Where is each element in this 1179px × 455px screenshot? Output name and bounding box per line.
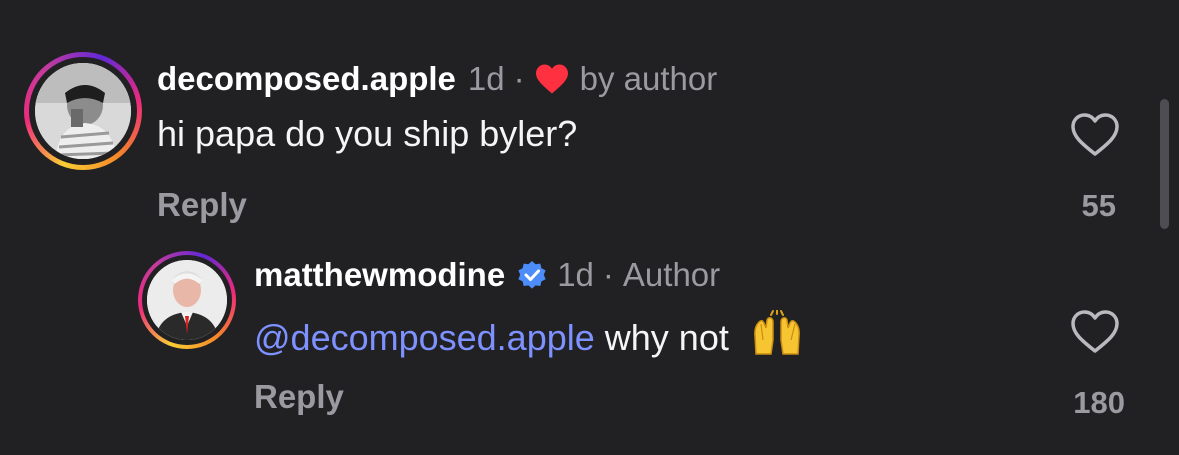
avatar-photo <box>147 260 227 340</box>
mention-link[interactable]: @decomposed.apple <box>254 317 595 358</box>
comment-text-body: why not <box>594 317 729 358</box>
reply-button[interactable]: Reply <box>254 378 344 416</box>
timestamp: 1d <box>467 60 505 97</box>
scrollbar[interactable] <box>1160 99 1169 229</box>
heart-outline-icon[interactable] <box>1070 309 1120 355</box>
comment-text: @decomposed.apple why not <box>254 310 803 359</box>
like-count: 180 <box>1073 385 1125 420</box>
liked-by-label: by author <box>579 60 718 97</box>
reply-comment: matthewmodine 1d · Author @decomposed.ap… <box>0 240 1179 455</box>
avatar[interactable] <box>138 251 236 349</box>
avatar[interactable] <box>24 52 142 170</box>
avatar-photo <box>35 63 131 159</box>
heart-outline-icon[interactable] <box>1070 112 1120 158</box>
raising-hands-emoji-icon <box>753 310 800 355</box>
verified-badge-icon <box>518 261 546 289</box>
reply-button[interactable]: Reply <box>157 186 247 224</box>
username[interactable]: decomposed.apple <box>157 60 456 98</box>
separator: · <box>602 256 614 293</box>
separator: · <box>513 60 525 97</box>
heart-icon <box>535 64 568 94</box>
comment-text: hi papa do you ship byler? <box>157 113 578 154</box>
comment: decomposed.apple 1d · by author hi papa … <box>0 0 1179 240</box>
comment-meta: matthewmodine 1d · Author <box>254 256 720 294</box>
comment-meta: decomposed.apple 1d · by author <box>157 60 717 98</box>
author-label: Author <box>622 256 721 293</box>
like-count: 55 <box>1081 188 1116 223</box>
username[interactable]: matthewmodine <box>254 256 505 294</box>
timestamp: 1d <box>557 256 594 293</box>
